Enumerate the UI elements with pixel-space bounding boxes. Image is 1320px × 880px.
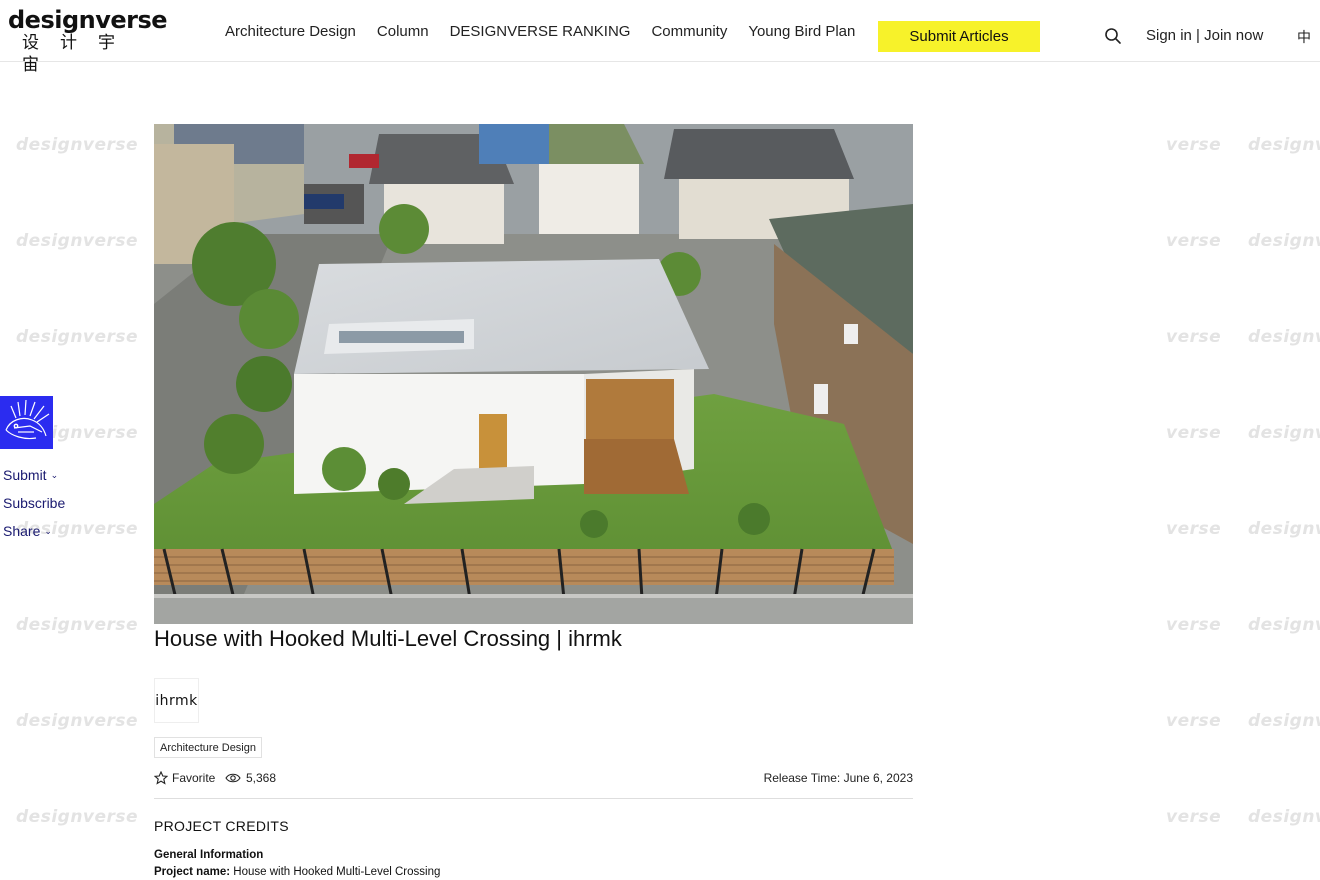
article-title: House with Hooked Multi-Level Crossing |… [154, 626, 622, 651]
watermark-text: designverse [1248, 135, 1320, 155]
watermark-text: verse [1166, 807, 1222, 827]
watermark-text: verse [1166, 615, 1222, 635]
watermark-text: designverse [1248, 327, 1320, 347]
nav-community[interactable]: Community [651, 23, 727, 40]
project-name-value: House with Hooked Multi-Level Crossing [233, 866, 441, 878]
nav-designverse-ranking[interactable]: DESIGNVERSE RANKING [450, 23, 631, 40]
main-nav: Architecture Design Column DESIGNVERSE R… [225, 0, 876, 62]
signin-join-link[interactable]: Sign in | Join now [1146, 27, 1263, 44]
view-count-value: 5,368 [246, 771, 277, 785]
watermark-text: designverse [16, 711, 139, 731]
watermark-text: designverse [16, 327, 139, 347]
favorite-label: Favorite [172, 771, 216, 785]
eye-icon [225, 773, 241, 783]
author-logo[interactable]: ihrmk [154, 678, 199, 723]
hero-image [154, 124, 913, 624]
watermark-text: verse [1166, 135, 1222, 155]
submit-articles-button[interactable]: Submit Articles [878, 21, 1040, 52]
sidebar-subscribe[interactable]: Subscribe [3, 495, 65, 511]
view-count: 5,368 [225, 771, 276, 785]
watermark-text: verse [1166, 519, 1222, 539]
sidebar-share[interactable]: Share ⌄ [3, 523, 52, 539]
watermark-text: designverse [16, 807, 139, 827]
site-logo[interactable]: designverse 设计宇宙 [8, 6, 168, 75]
article-meta-row: Favorite 5,368 Release Time: June 6, 202… [154, 771, 913, 789]
watermark-text: verse [1166, 423, 1222, 443]
search-icon[interactable] [1104, 27, 1122, 45]
sidebar-submit[interactable]: Submit ⌄ [3, 467, 58, 483]
top-header: designverse 设计宇宙 Architecture Design Col… [0, 0, 1320, 75]
category-tag[interactable]: Architecture Design [154, 737, 262, 758]
nav-young-bird-plan[interactable]: Young Bird Plan [748, 23, 855, 40]
watermark-text: designverse [16, 135, 139, 155]
watermark-text: designverse [1248, 423, 1320, 443]
language-switch[interactable]: 中 [1297, 27, 1311, 47]
watermark-text: verse [1166, 327, 1222, 347]
watermark-text: verse [1166, 711, 1222, 731]
watermark-text: designverse [16, 231, 139, 251]
nav-column[interactable]: Column [377, 23, 429, 40]
meta-divider [154, 798, 913, 799]
watermark-text: designverse [1248, 519, 1320, 539]
favorite-button[interactable]: Favorite [154, 771, 215, 785]
young-bird-badge[interactable] [0, 396, 53, 449]
project-name-line: Project name: House with Hooked Multi-Le… [154, 866, 440, 878]
watermark-text: designverse [1248, 807, 1320, 827]
bird-head-icon [0, 396, 53, 449]
watermark-text: designverse [1248, 711, 1320, 731]
sidebar-submit-label: Submit [3, 467, 47, 483]
release-time: Release Time: June 6, 2023 [763, 771, 913, 785]
house-aerial-photo [154, 124, 913, 624]
logo-wordmark: designverse [8, 6, 168, 34]
chevron-down-icon: ⌄ [44, 526, 52, 536]
star-icon [154, 771, 168, 785]
nav-architecture-design[interactable]: Architecture Design [225, 23, 356, 40]
watermark-text: designverse [16, 615, 139, 635]
sidebar-share-label: Share [3, 523, 41, 539]
project-credits-heading: PROJECT CREDITS [154, 818, 289, 834]
watermark-text: designverse [1248, 615, 1320, 635]
chevron-down-icon: ⌄ [50, 470, 59, 480]
project-name-label: Project name: [154, 866, 231, 878]
watermark-text: verse [1166, 231, 1222, 251]
general-information-heading: General Information [154, 849, 264, 861]
watermark-text: designverse [1248, 231, 1320, 251]
logo-chinese: 设计宇宙 [22, 33, 136, 75]
